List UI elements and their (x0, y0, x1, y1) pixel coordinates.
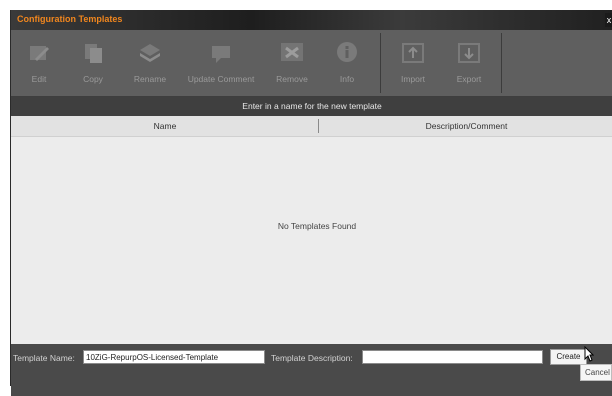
cancel-tooltip: Cancel (580, 364, 612, 381)
footer-bar: Template Name: Template Description: Cre… (11, 344, 612, 396)
import-button[interactable]: Import (395, 36, 431, 90)
table-header: Name Description/Comment (11, 116, 612, 137)
copy-button[interactable]: Copy (77, 36, 109, 90)
edit-button[interactable]: Edit (23, 36, 55, 90)
template-name-input[interactable] (83, 350, 265, 364)
info-label: Info (339, 74, 355, 84)
title-bar: Configuration Templates x (11, 10, 612, 30)
export-button[interactable]: Export (451, 36, 487, 90)
toolbar-separator (380, 33, 381, 93)
export-label: Export (456, 74, 482, 84)
column-header-name[interactable]: Name (11, 116, 319, 136)
remove-label: Remove (276, 74, 308, 84)
instruction-banner: Enter in a name for the new template (11, 97, 612, 116)
window-title: Configuration Templates (17, 14, 123, 24)
template-name-label: Template Name: (13, 353, 75, 363)
rename-button[interactable]: Rename (130, 36, 170, 90)
copy-label: Copy (83, 74, 103, 84)
column-divider[interactable] (318, 119, 319, 133)
info-icon (337, 42, 357, 62)
update-comment-button[interactable]: Update Comment (182, 36, 260, 90)
info-button[interactable]: Info (329, 36, 365, 90)
update-comment-label: Update Comment (187, 74, 255, 84)
rename-icon (140, 44, 160, 62)
pencil-icon (30, 46, 49, 61)
comment-icon (212, 46, 230, 63)
templates-table: Name Description/Comment No Templates Fo… (11, 116, 612, 344)
remove-icon (281, 43, 303, 61)
mouse-cursor-icon (584, 346, 594, 362)
config-templates-window: Configuration Templates x Edit Copy Rena… (10, 10, 612, 396)
edit-label: Edit (31, 74, 47, 84)
column-header-description[interactable]: Description/Comment (320, 116, 612, 136)
close-button[interactable]: x (605, 13, 612, 27)
empty-state-message: No Templates Found (277, 221, 357, 231)
toolbar: Edit Copy Rename Update Comment Remove I… (11, 30, 612, 97)
template-description-label: Template Description: (271, 353, 353, 363)
template-description-input[interactable] (362, 350, 543, 364)
export-icon (458, 43, 480, 63)
remove-button[interactable]: Remove (272, 36, 312, 90)
copy-icon (85, 44, 102, 63)
rename-label: Rename (133, 74, 167, 84)
import-label: Import (400, 74, 426, 84)
import-icon (402, 43, 424, 63)
create-button[interactable]: Create (550, 349, 587, 365)
toolbar-separator (501, 33, 502, 93)
